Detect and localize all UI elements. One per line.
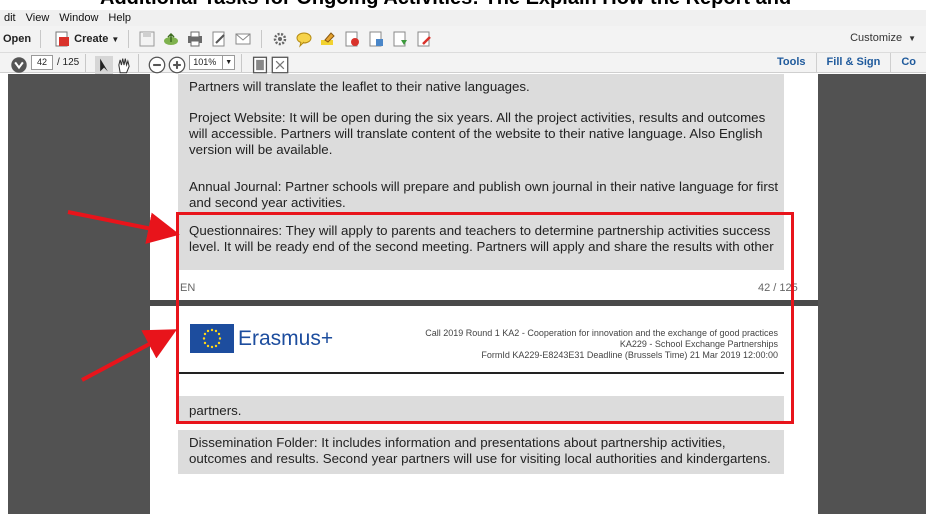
menu-help[interactable]: Help: [108, 12, 131, 24]
create-label: Create: [74, 33, 109, 45]
customize-menu[interactable]: Customize ▼: [850, 32, 916, 44]
menu-view[interactable]: View: [26, 12, 50, 24]
toolbar-divider: [128, 30, 130, 48]
create-pdf-icon: [53, 30, 71, 48]
project-website-paragraph: Project Website: It will be open during …: [189, 110, 766, 157]
save-icon[interactable]: [138, 30, 156, 48]
highlight-icon[interactable]: [319, 30, 337, 48]
full-screen-icon[interactable]: [271, 56, 289, 73]
toolbar-divider: [241, 53, 243, 72]
menu-bar: dit View Window Help: [0, 10, 926, 26]
select-cursor-icon[interactable]: [95, 55, 114, 74]
create-button[interactable]: Create ▼: [47, 28, 122, 50]
page-number-input[interactable]: 42: [31, 55, 53, 70]
edit-pdf-icon[interactable]: [415, 30, 433, 48]
document-properties-icon[interactable]: [367, 30, 385, 48]
toolbar-divider: [138, 53, 140, 72]
fill-sign-tab[interactable]: Fill & Sign: [815, 53, 891, 72]
cloud-upload-icon[interactable]: [162, 30, 180, 48]
open-button[interactable]: Open: [0, 28, 34, 50]
open-label: Open: [3, 33, 32, 45]
page-total-label: / 125: [57, 57, 80, 68]
print-icon[interactable]: [186, 30, 204, 48]
chevron-down-icon: ▼: [111, 34, 120, 44]
fit-page-icon[interactable]: [251, 56, 268, 73]
toolbar-divider: [85, 53, 87, 72]
menu-edit[interactable]: dit: [4, 12, 16, 24]
comment-icon[interactable]: [295, 30, 313, 48]
hand-tool-icon[interactable]: [115, 56, 130, 73]
customize-label: Customize: [850, 32, 903, 44]
menu-window[interactable]: Window: [59, 12, 98, 24]
right-panel-tabs: Tools Fill & Sign Co: [767, 53, 926, 72]
zoom-out-icon[interactable]: [148, 56, 166, 73]
chevron-down-icon: ▼: [908, 33, 916, 43]
heading-text: Additional Tasks for Ongoing Activities:…: [100, 0, 791, 10]
edit-document-icon[interactable]: [210, 30, 228, 48]
zoom-level-input[interactable]: 101%: [189, 55, 224, 70]
annotation-highlight-box: [176, 212, 794, 424]
toolbar-divider: [40, 30, 42, 48]
chevron-down-icon[interactable]: ▼: [223, 55, 236, 70]
main-toolbar: Open Create ▼ Customize ▼: [0, 26, 926, 53]
stamp-icon[interactable]: [343, 30, 361, 48]
document-heading-cutoff: Additional Tasks for Ongoing Activities:…: [0, 0, 926, 10]
dissemination-folder-paragraph: Dissemination Folder: It includes inform…: [189, 435, 771, 466]
navigation-toolbar: 42 / 125 101% ▼ Tools Fill & Sign Co: [0, 53, 926, 74]
next-page-icon[interactable]: [10, 56, 27, 73]
gear-icon[interactable]: [271, 30, 289, 48]
comment-tab[interactable]: Co: [890, 53, 926, 72]
email-icon[interactable]: [234, 30, 252, 48]
compare-icon[interactable]: [391, 30, 409, 48]
tools-tab[interactable]: Tools: [767, 53, 816, 72]
leaflet-line: Partners will translate the leaflet to t…: [189, 79, 530, 94]
annual-journal-paragraph: Annual Journal: Partner schools will pre…: [189, 179, 779, 210]
toolbar-divider: [261, 30, 263, 48]
zoom-in-icon[interactable]: [168, 56, 186, 73]
